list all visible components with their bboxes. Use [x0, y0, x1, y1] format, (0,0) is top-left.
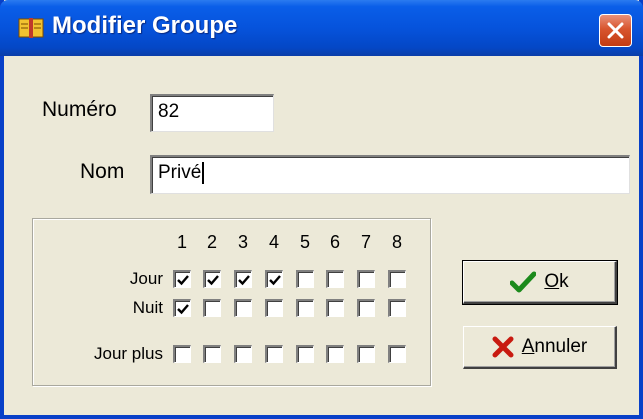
column-header: 8	[391, 232, 402, 252]
column-header: 7	[360, 232, 371, 252]
annuler-button[interactable]: Annuler	[463, 326, 617, 369]
check-mark-icon	[238, 275, 250, 286]
book-icon	[18, 18, 44, 38]
numero-value: 82	[158, 101, 180, 122]
nom-label: Nom	[80, 160, 125, 183]
schedule-checkbox[interactable]	[203, 299, 221, 317]
schedule-checkbox[interactable]	[296, 299, 314, 317]
schedule-checkbox[interactable]	[234, 345, 252, 363]
title-bar[interactable]: Modifier Groupe	[0, 0, 643, 56]
column-header: 5	[299, 232, 310, 252]
schedule-checkbox[interactable]	[265, 270, 283, 288]
column-header: 2	[206, 232, 217, 252]
row-label: Jour	[129, 269, 163, 288]
row-label: Nuit	[132, 298, 163, 317]
numero-label: Numéro	[42, 98, 117, 121]
schedule-checkbox[interactable]	[296, 270, 314, 288]
schedule-checkbox[interactable]	[357, 345, 375, 363]
window-title: Modifier Groupe	[52, 12, 238, 39]
nom-field[interactable]: Privé	[150, 155, 630, 194]
nom-value: Privé	[158, 162, 202, 184]
ok-label: Ok	[544, 271, 569, 292]
schedule-checkbox[interactable]	[173, 299, 191, 317]
schedule-checkbox[interactable]	[296, 345, 314, 363]
schedule-checkbox[interactable]	[326, 299, 344, 317]
schedule-checkbox[interactable]	[203, 270, 221, 288]
schedule-checkbox[interactable]	[326, 270, 344, 288]
column-header: 6	[329, 232, 340, 252]
row-label: Jour plus	[94, 344, 163, 363]
ok-button[interactable]: Ok	[462, 260, 618, 305]
schedule-checkbox[interactable]	[173, 270, 191, 288]
x-icon	[492, 336, 514, 358]
schedule-checkbox[interactable]	[265, 299, 283, 317]
column-header: 1	[176, 232, 187, 252]
schedule-checkbox[interactable]	[357, 270, 375, 288]
schedule-checkbox[interactable]	[234, 270, 252, 288]
close-button[interactable]	[599, 14, 632, 47]
schedule-checkbox[interactable]	[388, 270, 406, 288]
schedule-checkbox[interactable]	[388, 345, 406, 363]
schedule-checkbox[interactable]	[173, 345, 191, 363]
text-caret	[202, 162, 205, 184]
column-header: 3	[237, 232, 248, 252]
close-icon	[607, 22, 624, 39]
check-mark-icon	[177, 304, 189, 315]
check-mark-icon	[207, 275, 219, 286]
check-mark-icon	[269, 275, 281, 286]
checkmark-icon	[510, 271, 537, 293]
schedule-checkbox[interactable]	[388, 299, 406, 317]
schedule-checkbox[interactable]	[357, 299, 375, 317]
schedule-checkbox[interactable]	[265, 345, 283, 363]
schedule-checkbox[interactable]	[326, 345, 344, 363]
check-mark-icon	[177, 275, 189, 286]
numero-field[interactable]: 82	[150, 94, 274, 132]
annuler-label: Annuler	[521, 336, 588, 357]
column-header: 4	[268, 232, 279, 252]
dialog-window: Modifier Groupe Numéro 82 Nom Privé Ok A…	[0, 0, 643, 419]
schedule-checkbox[interactable]	[203, 345, 221, 363]
schedule-checkbox[interactable]	[234, 299, 252, 317]
